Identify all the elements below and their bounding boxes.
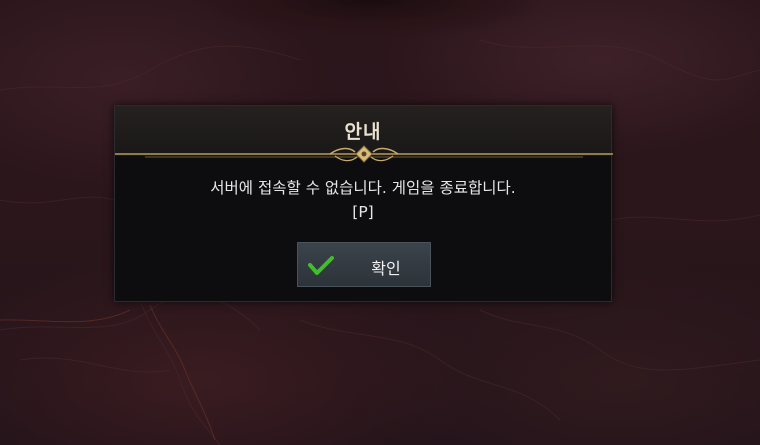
confirm-button[interactable]: 확인 bbox=[297, 242, 431, 287]
message-line-1: 서버에 접속할 수 없습니다. 게임을 종료합니다. bbox=[210, 179, 516, 197]
message-line-2: [P] bbox=[352, 203, 374, 221]
dialog-title: 안내 bbox=[344, 121, 382, 143]
dialog-message: 서버에 접속할 수 없습니다. 게임을 종료합니다. [P] bbox=[115, 176, 611, 224]
checkmark-icon bbox=[308, 256, 334, 275]
confirm-button-label: 확인 bbox=[371, 259, 401, 278]
gold-ornament-divider bbox=[115, 145, 613, 163]
notice-dialog: 안내 서버에 접속할 수 없습니다. 게임을 종료합니다. [P] 확인 bbox=[114, 105, 613, 302]
